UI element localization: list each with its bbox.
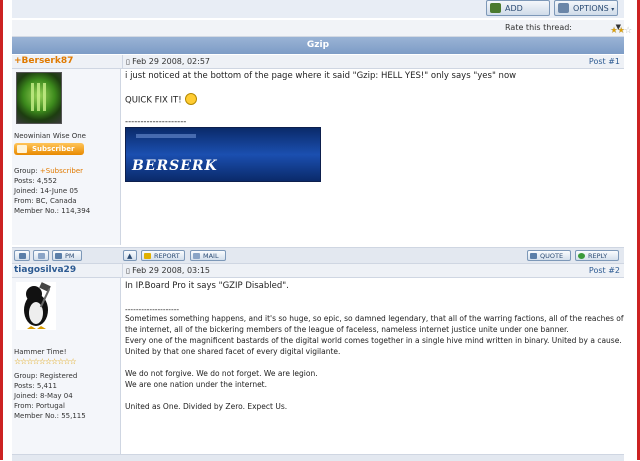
- signature-line: United by that one shared facet of every…: [125, 347, 341, 356]
- signature-banner: BERSERK: [125, 127, 321, 182]
- signature-line: We are one nation under the internet.: [125, 380, 268, 389]
- post-text-line: In IP.Board Pro it says "GZIP Disabled".: [125, 281, 289, 291]
- post-body: In IP.Board Pro it says "GZIP Disabled".…: [122, 278, 624, 460]
- post-number-link[interactable]: Post #2: [589, 264, 620, 277]
- member-title: Hammer Time!: [14, 348, 67, 356]
- post-date-text: Feb 29 2008, 03:15: [132, 266, 211, 275]
- signature-line: Sometimes something happens, and it's so…: [125, 314, 624, 323]
- mail-button[interactable]: MAIL: [190, 250, 226, 261]
- reply-icon: [578, 253, 585, 259]
- post-header: tiagosilva29 ▯ Feb 29 2008, 03:15 Post #…: [12, 264, 624, 278]
- member-number: Member No.: 114,394: [14, 207, 91, 215]
- smiley-icon: [184, 93, 197, 105]
- arrow-up-icon: ▲: [127, 252, 133, 260]
- reply-label: REPLY: [588, 252, 608, 260]
- post-footer: PM ▲ REPORT MAIL QUOTE REPLY: [12, 247, 624, 264]
- signature-separator: --------------------: [125, 305, 180, 314]
- scroll-top-button[interactable]: ▲: [123, 250, 137, 261]
- message-button[interactable]: [33, 250, 49, 261]
- signature-line: Every one of the magnificent bastards of…: [125, 336, 622, 345]
- member-posts: Posts: 5,411: [14, 382, 57, 390]
- post-date: ▯ Feb 29 2008, 03:15: [122, 264, 210, 277]
- member-posts: Posts: 4,552: [14, 177, 57, 185]
- avatar: [16, 282, 56, 330]
- author-sidebar: Hammer Time! ☆☆☆☆☆☆☆☆☆☆ Group: Registere…: [12, 278, 121, 460]
- options-icon: [558, 3, 569, 13]
- thread-title: Gzip: [12, 37, 624, 54]
- report-label: REPORT: [154, 252, 180, 260]
- options-label: OPTIONS: [573, 4, 609, 13]
- profile-icon: [19, 253, 26, 259]
- profile-button[interactable]: [14, 250, 30, 261]
- reply-button[interactable]: REPLY: [575, 250, 619, 261]
- member-rank-stars: ☆☆☆☆☆☆☆☆☆☆: [14, 357, 77, 366]
- thread-toolbar: ADD REPLY OPTIONS ▾: [12, 0, 624, 29]
- avatar: [16, 72, 62, 124]
- mail-label: MAIL: [203, 252, 219, 260]
- rating-bar: Rate this thread: ★★ ☆☆☆ ▼: [12, 20, 632, 37]
- post-author-link[interactable]: tiagosilva29: [14, 264, 76, 277]
- quote-icon: [530, 253, 537, 259]
- subscriber-label: Subscriber: [32, 145, 75, 153]
- envelope-icon: [38, 253, 45, 259]
- mail-icon: [193, 253, 200, 259]
- member-group: Group: Registered: [14, 372, 78, 380]
- penguin-avatar-icon: [24, 282, 51, 329]
- member-joined: Joined: 8-May 04: [14, 392, 73, 400]
- post-date-text: Feb 29 2008, 02:57: [132, 57, 211, 66]
- member-location: From: Portugal: [14, 402, 65, 410]
- rating-dropdown-icon[interactable]: ▼: [616, 23, 621, 31]
- member-title: Neowinian Wise One: [14, 132, 86, 140]
- member-location: From: BC, Canada: [14, 197, 77, 205]
- post-body: i just noticed at the bottom of the page…: [122, 69, 624, 245]
- member-number: Member No.: 55,115: [14, 412, 86, 420]
- post-date: ▯ Feb 29 2008, 02:57: [122, 55, 210, 68]
- member-group: Group: +Subscriber: [14, 167, 84, 175]
- rating-label: Rate this thread:: [505, 23, 572, 32]
- signature-line: the internet, all of the bickering membe…: [125, 325, 569, 334]
- pm-label: PM: [65, 252, 75, 260]
- options-dropdown-icon: ▾: [611, 6, 615, 13]
- post-text-line: QUICK FIX IT!: [125, 93, 197, 106]
- member-joined: Joined: 14-June 05: [14, 187, 79, 195]
- add-reply-button[interactable]: ADD REPLY: [486, 0, 550, 29]
- subscriber-icon: [17, 145, 27, 153]
- author-sidebar: Neowinian Wise One Subscriber Group: +Su…: [12, 69, 121, 245]
- signature-text: BERSERK: [132, 158, 218, 174]
- signature-line: United as One. Divided by Zero. Expect U…: [125, 402, 288, 411]
- post-text-line: i just noticed at the bottom of the page…: [125, 71, 517, 81]
- post-number-link[interactable]: Post #1: [589, 55, 620, 68]
- quote-button[interactable]: QUOTE: [527, 250, 571, 261]
- forum-page: ADD REPLY OPTIONS ▾ Rate this thread: ★★…: [12, 0, 632, 461]
- options-button[interactable]: OPTIONS ▾: [554, 0, 618, 16]
- report-button[interactable]: REPORT: [141, 250, 185, 261]
- signature-separator: --------------------: [125, 117, 187, 127]
- warning-icon: [144, 253, 151, 259]
- add-reply-icon: [490, 3, 501, 13]
- subscriber-badge: Subscriber: [14, 143, 84, 155]
- pm-button[interactable]: PM: [52, 250, 82, 261]
- signature-line: We do not forgive. We do not forget. We …: [125, 369, 318, 378]
- pm-icon: [55, 253, 62, 259]
- post-header: +Berserk87 ▯ Feb 29 2008, 02:57 Post #1: [12, 55, 624, 69]
- post-author-link[interactable]: +Berserk87: [14, 55, 73, 68]
- quote-label: QUOTE: [540, 252, 564, 260]
